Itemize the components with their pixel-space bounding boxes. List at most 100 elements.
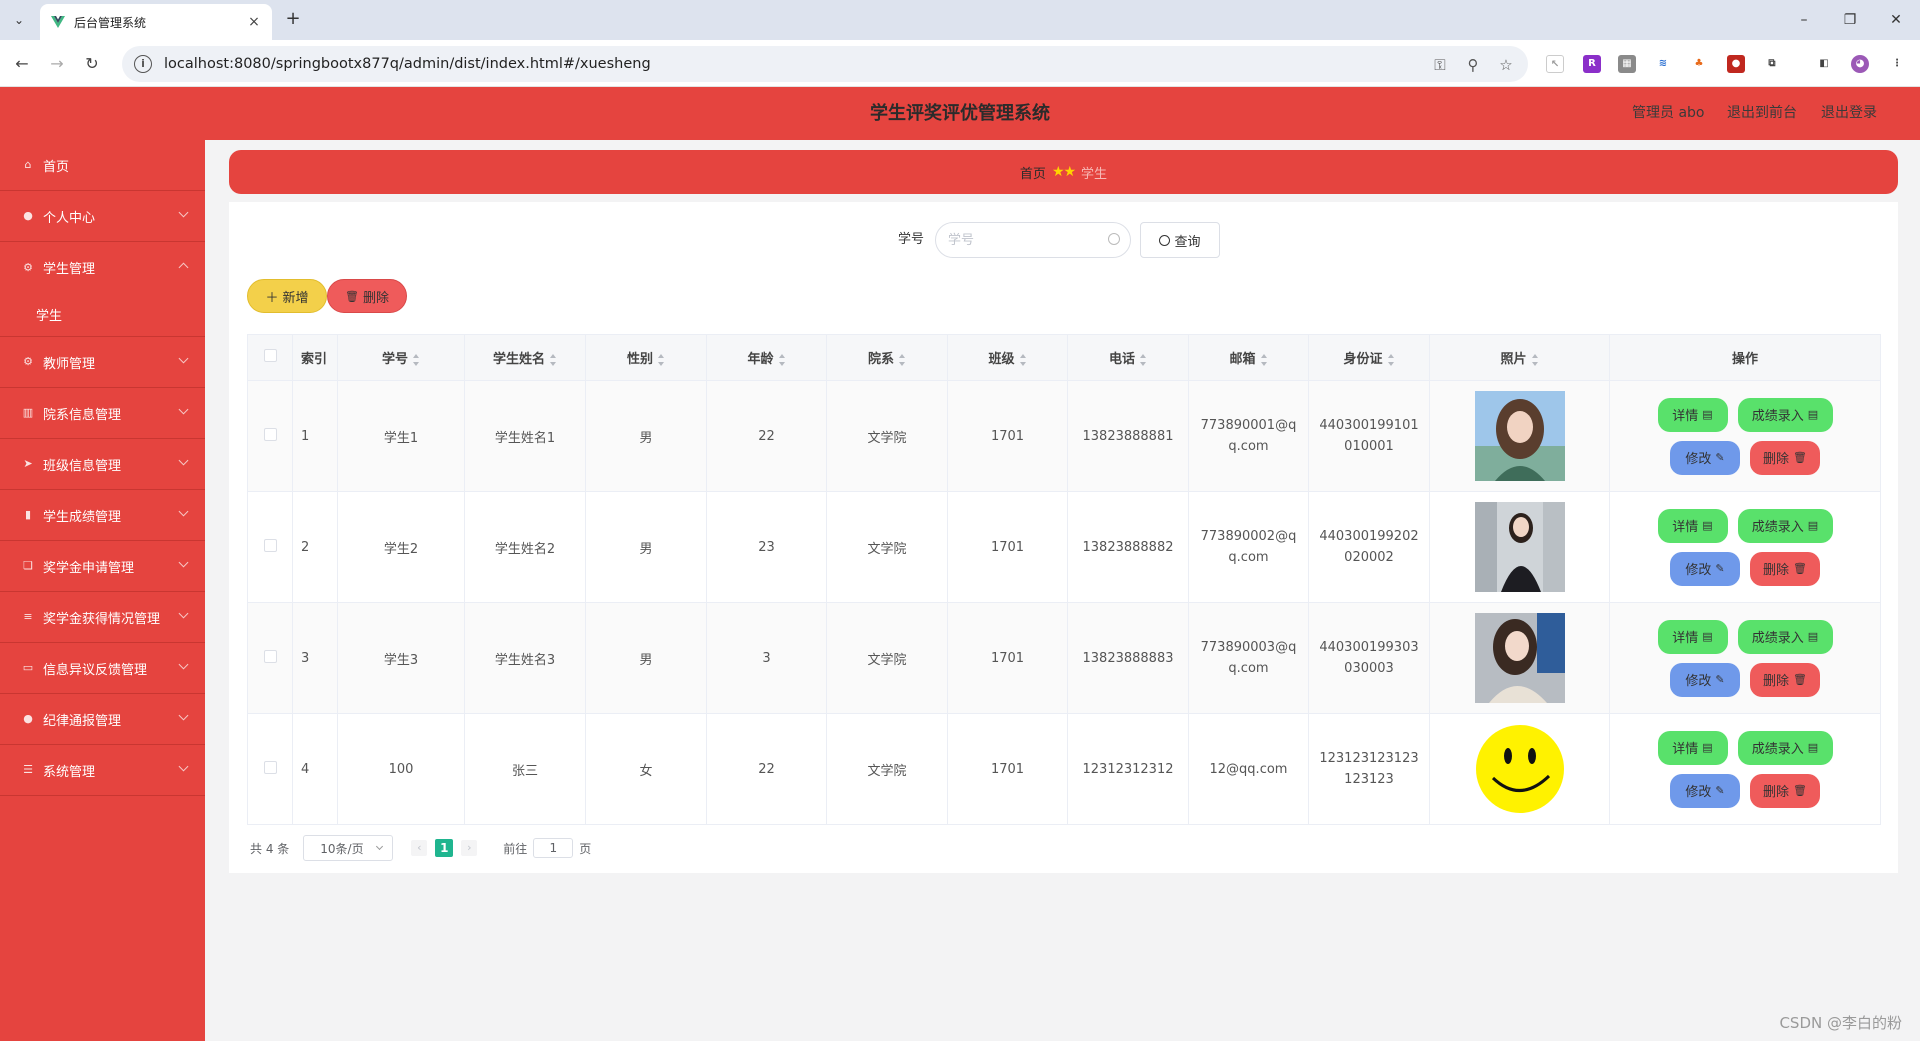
close-window-icon[interactable]: ✕ bbox=[1884, 8, 1908, 32]
column-header-class[interactable]: 班级 bbox=[947, 334, 1068, 381]
select-all-checkbox-cell[interactable] bbox=[247, 334, 293, 381]
column-header-age[interactable]: 年龄 bbox=[706, 334, 827, 381]
column-header-photo[interactable]: 照片 bbox=[1429, 334, 1610, 381]
sort-caret-icon[interactable] bbox=[549, 353, 557, 366]
student-id-search-input[interactable] bbox=[935, 222, 1131, 258]
edit-button[interactable]: 修改 ✎ bbox=[1670, 440, 1740, 475]
detail-button[interactable]: 详情 ▤ bbox=[1657, 397, 1728, 432]
tab-search-dropdown-icon[interactable]: ⌄ bbox=[8, 9, 30, 31]
row-checkbox-cell[interactable] bbox=[247, 713, 293, 825]
row-checkbox-cell[interactable] bbox=[247, 602, 293, 714]
sort-caret-icon[interactable] bbox=[1260, 353, 1268, 366]
row-checkbox[interactable] bbox=[263, 538, 277, 552]
column-header-student-id[interactable]: 学号 bbox=[337, 334, 465, 381]
sort-caret-icon[interactable] bbox=[1531, 353, 1539, 366]
row-checkbox[interactable] bbox=[263, 427, 277, 441]
detail-button[interactable]: 详情 ▤ bbox=[1657, 730, 1728, 765]
edit-button[interactable]: 修改 ✎ bbox=[1670, 551, 1740, 586]
sort-caret-icon[interactable] bbox=[898, 353, 906, 366]
student-photo-3[interactable] bbox=[1474, 613, 1565, 703]
row-checkbox[interactable] bbox=[263, 760, 277, 774]
extension-cursor-icon[interactable]: ↖ bbox=[1546, 55, 1564, 73]
address-bar[interactable]: i localhost:8080/springbootx877q/admin/d… bbox=[122, 46, 1528, 82]
sidebar-item-system-management[interactable]: ☰ 系统管理 bbox=[0, 745, 205, 796]
edit-button[interactable]: 修改 ✎ bbox=[1670, 662, 1740, 697]
edit-button[interactable]: 修改 ✎ bbox=[1670, 773, 1740, 808]
student-photo-2[interactable] bbox=[1474, 502, 1565, 592]
sidebar-item-department-management[interactable]: ▥ 院系信息管理 bbox=[0, 388, 205, 439]
sidebar-item-home[interactable]: ⌂ 首页 bbox=[0, 140, 205, 191]
column-header-id-card[interactable]: 身份证 bbox=[1308, 334, 1430, 381]
delete-button[interactable]: 删除 🗑 bbox=[1750, 551, 1820, 586]
sidebar-item-score-management[interactable]: ▮ 学生成绩管理 bbox=[0, 490, 205, 541]
page-number-current[interactable]: 1 bbox=[435, 839, 454, 857]
password-key-icon[interactable]: ⚿ bbox=[1430, 55, 1450, 75]
select-all-checkbox[interactable] bbox=[263, 349, 277, 362]
extensions-puzzle-icon[interactable]: ⧉ bbox=[1763, 55, 1781, 73]
row-checkbox-cell[interactable] bbox=[247, 380, 293, 492]
sidebar-item-teacher-management[interactable]: ⚙ 教师管理 bbox=[0, 337, 205, 388]
exit-to-frontend-link[interactable]: 退出到前台 bbox=[1727, 87, 1797, 140]
column-header-email[interactable]: 邮箱 bbox=[1188, 334, 1309, 381]
breadcrumb-home[interactable]: 首页 bbox=[1020, 163, 1046, 182]
sidebar-item-discipline-management[interactable]: ● 纪律通报管理 bbox=[0, 694, 205, 745]
goto-page-input[interactable] bbox=[533, 838, 574, 858]
delete-button[interactable]: 删除 🗑 bbox=[1750, 773, 1820, 808]
url-text[interactable]: localhost:8080/springbootx877q/admin/dis… bbox=[164, 56, 651, 72]
reload-icon[interactable]: ↻ bbox=[80, 52, 104, 76]
sort-caret-icon[interactable] bbox=[1139, 353, 1147, 366]
minimize-icon[interactable]: – bbox=[1792, 8, 1816, 32]
column-header-student-name[interactable]: 学生姓名 bbox=[464, 334, 586, 381]
sidebar-item-scholarship-award[interactable]: ≡ 奖学金获得情况管理 bbox=[0, 592, 205, 643]
row-checkbox[interactable] bbox=[263, 649, 277, 663]
sidebar-item-feedback-management[interactable]: ▭ 信息异议反馈管理 bbox=[0, 643, 205, 694]
browser-tab[interactable]: 后台管理系统 × bbox=[40, 4, 272, 40]
batch-delete-button[interactable]: 🗑 删除 bbox=[327, 279, 407, 313]
page-size-select[interactable]: 10条/页 bbox=[303, 835, 394, 861]
row-checkbox-cell[interactable] bbox=[247, 491, 293, 603]
sidebar-item-class-management[interactable]: ➤ 班级信息管理 bbox=[0, 439, 205, 490]
score-entry-button[interactable]: 成绩录入 ▤ bbox=[1737, 508, 1833, 543]
next-page-icon[interactable]: › bbox=[461, 840, 478, 856]
extension-person-icon[interactable]: ♣ bbox=[1690, 55, 1708, 73]
back-icon[interactable]: ← bbox=[10, 52, 34, 76]
smiley-face-photo[interactable] bbox=[1474, 724, 1565, 814]
sidebar-item-student-management[interactable]: ⚙ 学生管理 bbox=[0, 242, 205, 293]
side-panel-icon[interactable]: ◧ bbox=[1815, 55, 1833, 73]
extension-shield-icon[interactable]: ● bbox=[1727, 55, 1745, 73]
delete-button[interactable]: 删除 🗑 bbox=[1750, 662, 1820, 697]
column-header-department[interactable]: 院系 bbox=[826, 334, 948, 381]
score-entry-button[interactable]: 成绩录入 ▤ bbox=[1737, 397, 1833, 432]
sidebar-item-personal-center[interactable]: ● 个人中心 bbox=[0, 191, 205, 242]
query-button[interactable]: 查询 bbox=[1140, 222, 1220, 258]
restore-icon[interactable]: ❐ bbox=[1838, 8, 1862, 32]
extension-rp-icon[interactable]: R bbox=[1583, 55, 1601, 73]
add-button[interactable]: ＋ 新增 bbox=[247, 279, 327, 313]
sidebar-subitem-student[interactable]: 学生 bbox=[0, 293, 205, 337]
tab-close-icon[interactable]: × bbox=[246, 14, 262, 30]
sidebar-item-scholarship-application[interactable]: ❏ 奖学金申请管理 bbox=[0, 541, 205, 592]
detail-button[interactable]: 详情 ▤ bbox=[1657, 508, 1728, 543]
delete-button[interactable]: 删除 🗑 bbox=[1750, 440, 1820, 475]
sort-caret-icon[interactable] bbox=[778, 353, 786, 366]
sort-caret-icon[interactable] bbox=[1387, 353, 1395, 366]
score-entry-button[interactable]: 成绩录入 ▤ bbox=[1737, 730, 1833, 765]
sort-caret-icon[interactable] bbox=[657, 353, 665, 366]
score-entry-button[interactable]: 成绩录入 ▤ bbox=[1737, 619, 1833, 654]
new-tab-button[interactable]: + bbox=[282, 9, 304, 31]
sort-caret-icon[interactable] bbox=[412, 353, 420, 366]
extension-grid-icon[interactable]: ▦ bbox=[1618, 55, 1636, 73]
column-header-gender[interactable]: 性别 bbox=[585, 334, 707, 381]
profile-avatar-icon[interactable]: ◕ bbox=[1851, 55, 1869, 73]
logout-link[interactable]: 退出登录 bbox=[1821, 87, 1877, 140]
site-info-icon[interactable]: i bbox=[134, 55, 152, 73]
prev-page-icon[interactable]: ‹ bbox=[411, 840, 428, 856]
zoom-icon[interactable]: ⚲ bbox=[1463, 55, 1483, 75]
sort-caret-icon[interactable] bbox=[1019, 353, 1027, 366]
extension-layers-icon[interactable]: ≋ bbox=[1654, 55, 1672, 73]
forward-icon[interactable]: → bbox=[45, 52, 69, 76]
column-header-phone[interactable]: 电话 bbox=[1067, 334, 1189, 381]
browser-menu-icon[interactable]: ⋮ bbox=[1888, 55, 1906, 73]
student-photo-1[interactable] bbox=[1474, 391, 1565, 481]
detail-button[interactable]: 详情 ▤ bbox=[1657, 619, 1728, 654]
